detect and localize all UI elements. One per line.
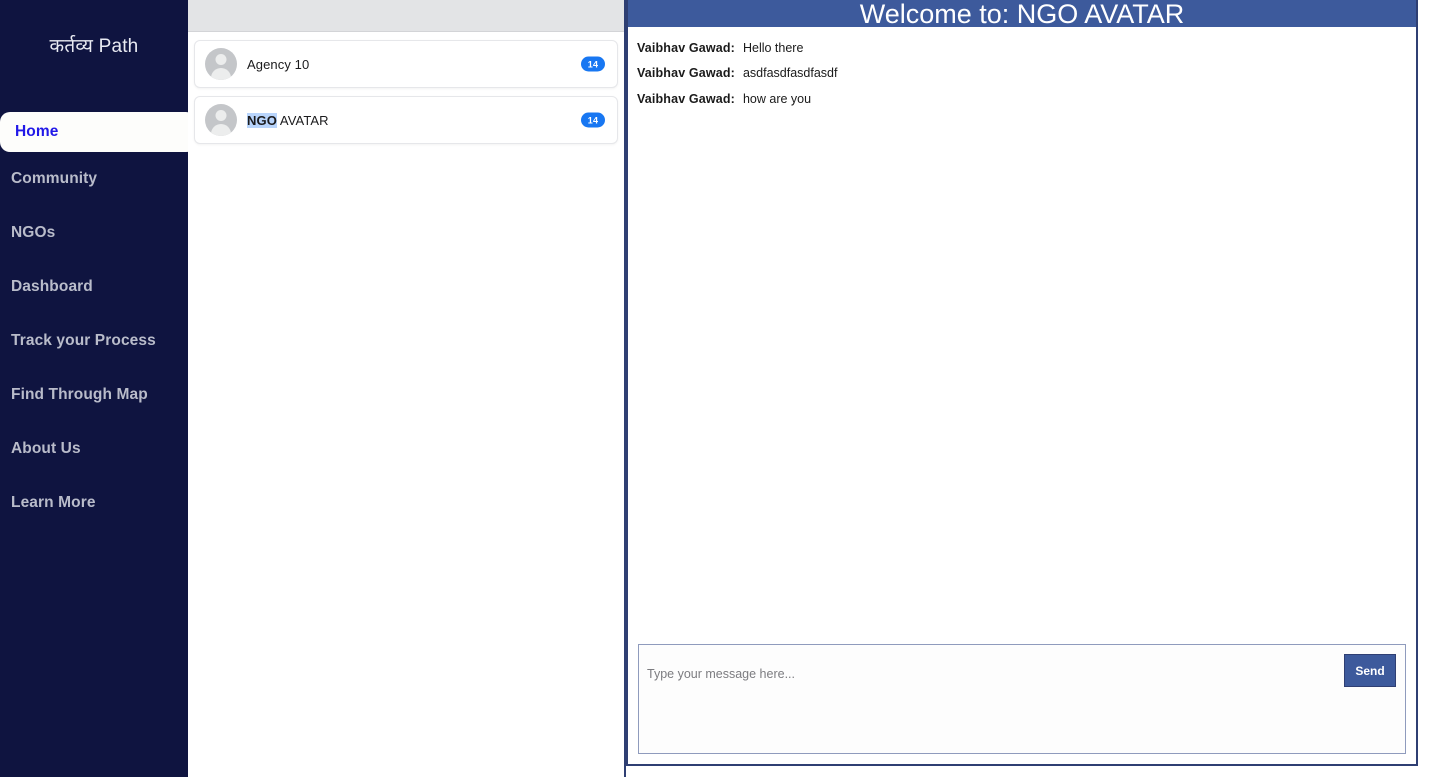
chat-header-title: Welcome to: NGO AVATAR [859,0,1185,27]
contacts-panel: Agency 10 14 NGO AVATAR 14 [188,0,626,777]
message-row: Vaibhav Gawad: how are you [637,87,1416,112]
message-sender: Vaibhav Gawad: [637,66,735,81]
sidebar-item-label: Learn More [11,494,96,511]
sidebar-item-label: Dashboard [11,278,93,295]
contact-name-selected: NGO [247,112,277,128]
sidebar-item-label: Track your Process [11,332,156,349]
sidebar-item-label: Community [11,170,98,187]
list-item[interactable]: Agency 10 14 [194,40,618,88]
sidebar-item-label: Find Through Map [11,386,148,403]
sidebar-item-about-us[interactable]: About Us [0,422,188,476]
avatar [205,48,237,80]
contacts-panel-header [188,0,624,32]
message-row: Vaibhav Gawad: Hello there [637,36,1416,61]
contact-name-rest: AVATAR [276,112,329,128]
sidebar-item-label: About Us [11,440,81,457]
contact-name: Agency 10 [247,57,309,72]
message-text: how are you [742,91,812,106]
message-sender: Vaibhav Gawad: [637,41,735,55]
brand-logo: कर्तव्य Path [49,36,139,57]
sidebar-item-ngos[interactable]: NGOs [0,206,188,260]
chat-header: Welcome to: NGO AVATAR [628,0,1416,27]
sidebar: कर्तव्य Path Home Community NGOs Dashboa… [0,0,196,777]
message-list: Vaibhav Gawad: Hello there Vaibhav Gawad:… [628,27,1416,644]
send-button[interactable]: Send [1344,654,1396,687]
app-root: कर्तव्य Path Home Community NGOs Dashboa… [0,0,1440,777]
message-text: asdfasdfasdfasdf [742,66,838,81]
sidebar-item-community[interactable]: Community [0,152,188,206]
contact-name-rest: Agency 10 [247,56,310,72]
message-row: Vaibhav Gawad: asdfasdfasdfasdf [637,61,1416,86]
sidebar-item-find-through-map[interactable]: Find Through Map [0,368,188,422]
list-item[interactable]: NGO AVATAR 14 [194,96,618,144]
sidebar-item-label: Home [15,123,59,140]
status-badge[interactable]: 14 [581,56,605,72]
avatar [205,104,237,136]
sidebar-item-home[interactable]: Home [0,112,196,152]
sidebar-item-dashboard[interactable]: Dashboard [0,260,188,314]
sidebar-nav: Home Community NGOs Dashboard Track your… [0,112,196,530]
contact-name: NGO AVATAR [247,112,329,128]
message-input[interactable] [647,661,1347,687]
chat-panel: Welcome to: NGO AVATAR Vaibhav Gawad: Hel… [626,0,1418,766]
message-sender: Vaibhav Gawad: [637,91,735,106]
contact-list: Agency 10 14 NGO AVATAR 14 [188,32,624,144]
sidebar-item-label: NGOs [11,224,56,241]
sidebar-item-learn-more[interactable]: Learn More [0,476,188,530]
message-composer: Send [638,644,1406,754]
status-badge[interactable]: 14 [581,112,605,128]
message-text: Hello there [742,41,804,55]
sidebar-item-track-your-process[interactable]: Track your Process [0,314,188,368]
